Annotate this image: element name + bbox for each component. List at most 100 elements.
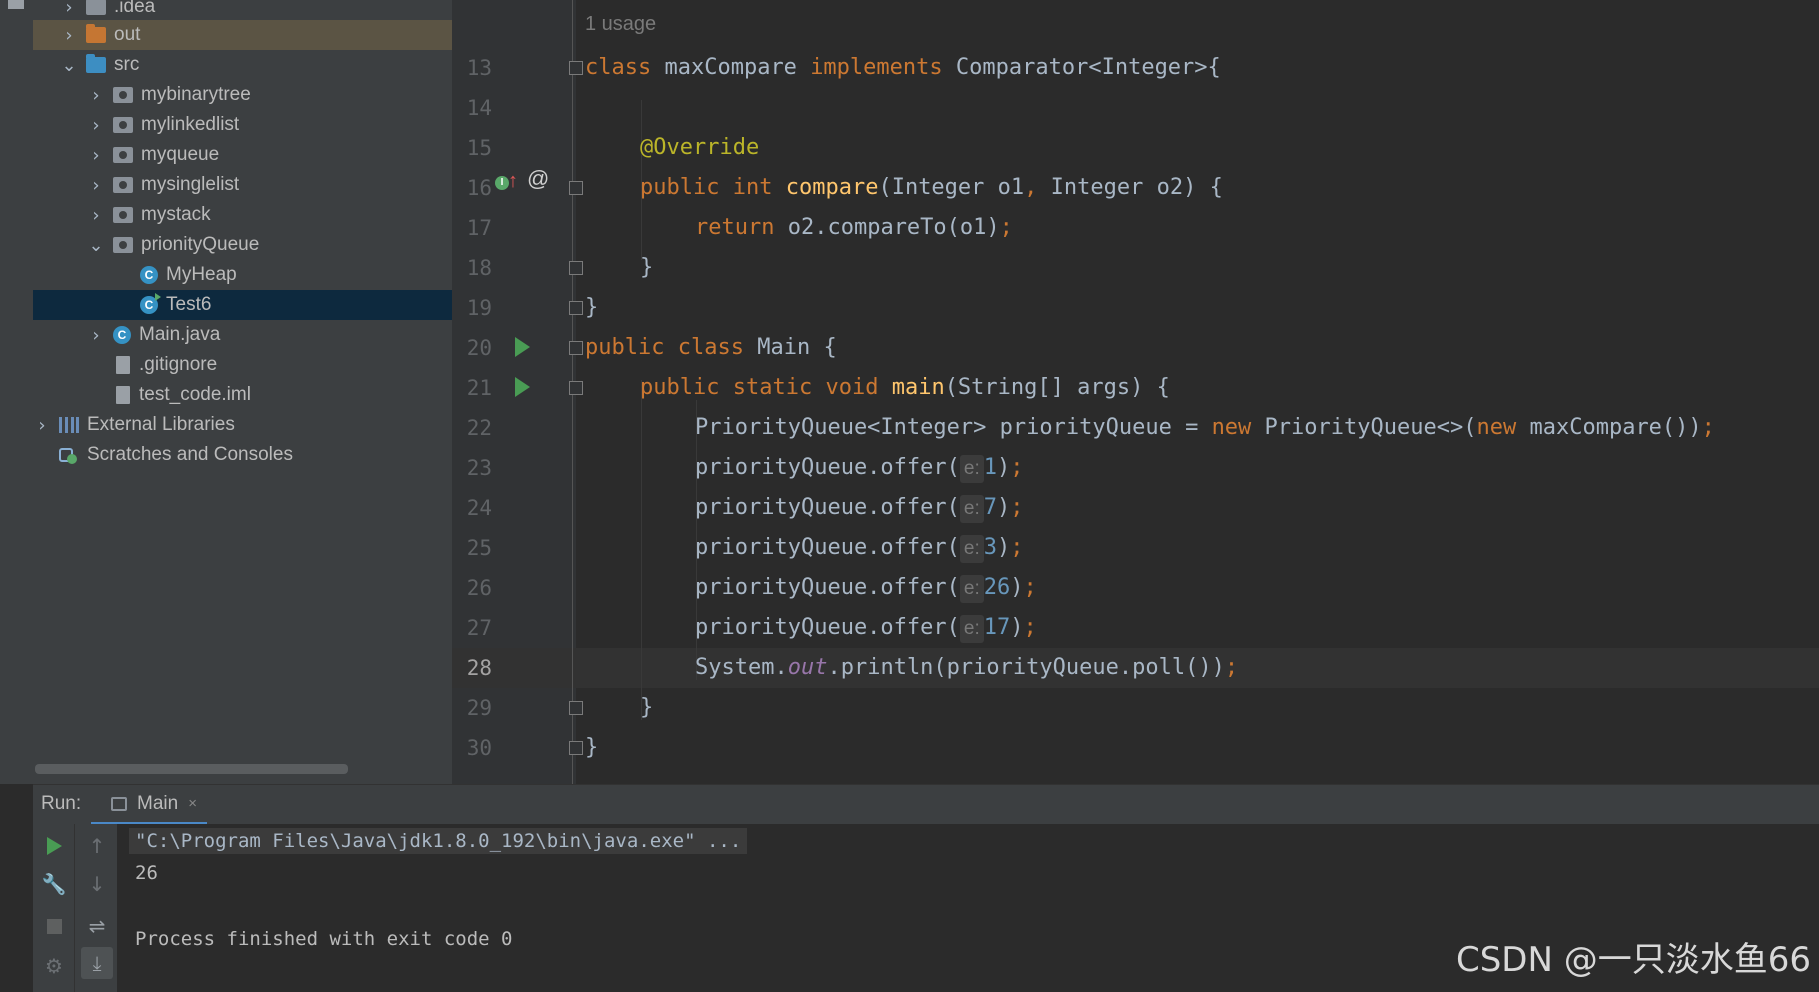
console-finished-line: Process finished with exit code 0	[135, 928, 513, 950]
code-line-18[interactable]: }	[640, 248, 653, 288]
tree-item-label: src	[114, 54, 140, 75]
tree-item-label: Main.java	[139, 324, 221, 345]
implements-icon[interactable]: I	[495, 176, 509, 190]
line-number: 29	[466, 696, 492, 720]
code-token: PriorityQueue<Integer> priorityQueue =	[695, 415, 1212, 440]
fold-marker-icon[interactable]	[569, 181, 583, 195]
tree-item-test-code-iml[interactable]: › test_code.iml	[33, 380, 506, 410]
run-toolbar: 🔧 ⚙ ↑ ↓ ⇌ ⤓	[33, 824, 117, 992]
code-line-30[interactable]: }	[585, 728, 598, 768]
chevron-right-icon[interactable]: ›	[87, 115, 105, 136]
chevron-down-icon[interactable]: ⌄	[60, 55, 78, 76]
code-line-27[interactable]: priorityQueue.offer(e: 17);	[695, 608, 1037, 648]
code-line-26[interactable]: priorityQueue.offer(e: 26);	[695, 568, 1037, 608]
fold-marker-icon[interactable]	[569, 381, 583, 395]
code-line-28[interactable]: System.out.println(priorityQueue.poll())…	[695, 648, 1238, 688]
fold-marker-icon[interactable]	[569, 261, 583, 275]
keyword: public	[640, 375, 720, 400]
code-line-23[interactable]: priorityQueue.offer(e: 1);	[695, 448, 1024, 488]
run-main-icon[interactable]	[515, 377, 530, 397]
code-token: }	[640, 255, 654, 280]
close-icon[interactable]: ×	[188, 795, 197, 812]
fold-marker-icon[interactable]	[569, 741, 583, 755]
console-command-line[interactable]: "C:\Program Files\Java\jdk1.8.0_192\bin\…	[129, 828, 748, 854]
chevron-right-icon[interactable]: ›	[87, 85, 105, 106]
tree-item-label: MyHeap	[166, 264, 237, 285]
keyword: new	[1211, 415, 1252, 440]
annotation-at-icon[interactable]: @	[527, 166, 549, 192]
chevron-right-icon[interactable]: ›	[60, 0, 78, 18]
tree-item-mystack[interactable]: › mystack	[33, 200, 506, 230]
usage-hint[interactable]: 1 usage	[585, 13, 656, 36]
code-line-25[interactable]: priorityQueue.offer(e: 3);	[695, 528, 1024, 568]
override-arrow-icon[interactable]: ↑	[508, 171, 518, 191]
tool-window-button[interactable]	[8, 0, 24, 9]
stop-button[interactable]	[38, 910, 70, 942]
tree-item-src[interactable]: ⌄ src	[33, 50, 479, 80]
tree-item-mylinkedlist[interactable]: › mylinkedlist	[33, 110, 506, 140]
tree-item-label: mylinkedlist	[141, 114, 240, 135]
code-editor[interactable]: 1 usage I ↑ @ 13 14 15 16 17 18 19 20 21…	[452, 0, 1819, 784]
code-line-16[interactable]: public int compare(Integer o1, Integer o…	[640, 168, 1223, 208]
chevron-right-icon[interactable]: ›	[87, 325, 105, 346]
fold-marker-icon[interactable]	[569, 301, 583, 315]
soft-wrap-icon[interactable]: ⇌	[81, 910, 113, 942]
keyword: return	[695, 215, 775, 240]
down-arrow-icon[interactable]: ↓	[81, 868, 113, 900]
code-line-19[interactable]: }	[585, 288, 598, 328]
package-icon	[113, 117, 133, 133]
chevron-right-icon[interactable]: ›	[60, 25, 78, 46]
keyword: int	[732, 175, 773, 200]
code-token: PriorityQueue<>(	[1251, 415, 1477, 440]
chevron-down-icon[interactable]: ⌄	[87, 235, 105, 256]
scroll-to-end-icon[interactable]: ⤓	[81, 947, 113, 979]
wrench-icon[interactable]: 🔧	[38, 868, 70, 900]
tree-item-out[interactable]: › out	[33, 20, 479, 50]
fold-marker-icon[interactable]	[569, 701, 583, 715]
chevron-right-icon[interactable]: ›	[33, 415, 51, 436]
chevron-right-icon[interactable]: ›	[87, 145, 105, 166]
indent-guide	[641, 380, 642, 720]
fold-marker-icon[interactable]	[569, 61, 583, 75]
up-arrow-icon[interactable]: ↑	[81, 830, 113, 862]
code-line-20[interactable]: public class Main {	[585, 328, 837, 368]
class-icon: C	[113, 326, 131, 344]
tree-item-myqueue[interactable]: › myqueue	[33, 140, 506, 170]
project-tree: › .idea › out ⌄ src › mybinarytree › myl…	[33, 0, 533, 784]
tree-item-mysinglelist[interactable]: › mysinglelist	[33, 170, 506, 200]
run-class-icon[interactable]	[515, 337, 530, 357]
code-line-29[interactable]: }	[640, 688, 653, 728]
horizontal-scrollbar[interactable]	[35, 764, 348, 774]
tree-item-idea[interactable]: › .idea	[33, 0, 479, 22]
code-line-24[interactable]: priorityQueue.offer(e: 7);	[695, 488, 1024, 528]
rerun-button[interactable]	[38, 830, 70, 862]
code-line-13[interactable]: class maxCompare implements Comparator<I…	[585, 48, 1221, 88]
run-tab-main[interactable]: Main ×	[91, 785, 207, 825]
code-token: .println(priorityQueue.poll())	[827, 655, 1225, 680]
tree-item-main-java[interactable]: › C Main.java	[33, 320, 506, 350]
code-line-21[interactable]: public static void main(String[] args) {	[640, 368, 1170, 408]
tree-item-scratches[interactable]: › Scratches and Consoles	[33, 440, 452, 470]
file-icon	[116, 386, 130, 404]
fold-marker-icon[interactable]	[569, 341, 583, 355]
tree-item-label: mysinglelist	[141, 174, 240, 195]
code-token: )	[997, 535, 1011, 560]
chevron-right-icon[interactable]: ›	[87, 205, 105, 226]
code-line-15[interactable]: @Override	[640, 128, 759, 168]
line-number: 18	[466, 256, 492, 280]
package-icon	[113, 207, 133, 223]
settings-icon[interactable]: ⚙	[38, 950, 70, 982]
keyword: class	[585, 55, 652, 80]
tree-item-external-libraries[interactable]: › External Libraries	[33, 410, 452, 440]
code-line-17[interactable]: return o2.compareTo(o1);	[695, 208, 1013, 248]
line-number: 23	[466, 456, 492, 480]
code-line-22[interactable]: PriorityQueue<Integer> priorityQueue = n…	[695, 408, 1715, 448]
tree-item-mybinarytree[interactable]: › mybinarytree	[33, 80, 506, 110]
code-token: }	[640, 695, 654, 720]
number-literal: 1	[983, 455, 998, 480]
line-number: 17	[466, 216, 492, 240]
chevron-right-icon[interactable]: ›	[87, 175, 105, 196]
tree-item-prionityqueue[interactable]: ⌄ prionityQueue	[33, 230, 506, 260]
tree-item-gitignore[interactable]: › .gitignore	[33, 350, 506, 380]
